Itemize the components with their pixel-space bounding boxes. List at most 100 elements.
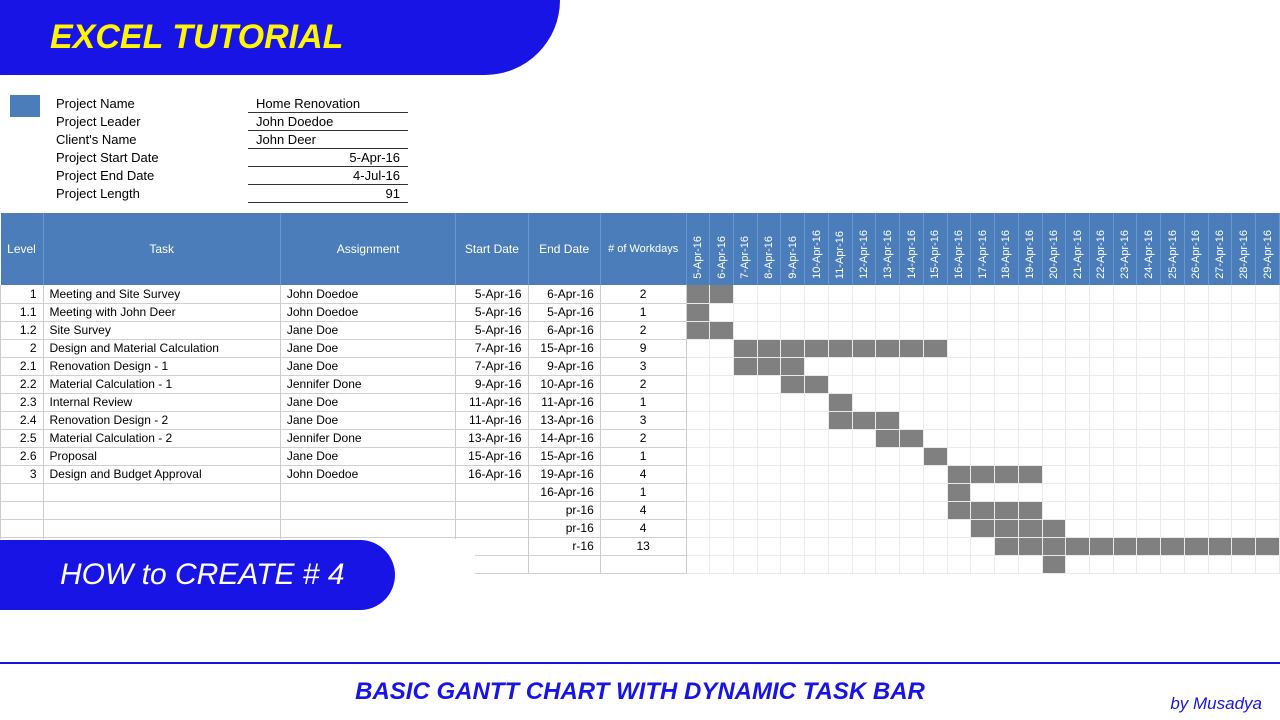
date-header[interactable]: 18-Apr-16 bbox=[995, 213, 1019, 285]
gantt-empty-cell[interactable] bbox=[900, 447, 924, 465]
gantt-empty-cell[interactable] bbox=[781, 429, 805, 447]
task-cell[interactable]: Proposal bbox=[43, 447, 280, 465]
gantt-empty-cell[interactable] bbox=[781, 465, 805, 483]
gantt-empty-cell[interactable] bbox=[1090, 429, 1114, 447]
level-cell[interactable]: 2.4 bbox=[1, 411, 44, 429]
gantt-empty-cell[interactable] bbox=[995, 483, 1019, 501]
gantt-empty-cell[interactable] bbox=[1208, 285, 1232, 303]
date-header[interactable]: 24-Apr-16 bbox=[1137, 213, 1161, 285]
table-row[interactable]: 2.1Renovation Design - 1Jane Doe7-Apr-16… bbox=[1, 357, 1280, 375]
gantt-empty-cell[interactable] bbox=[686, 465, 710, 483]
gantt-empty-cell[interactable] bbox=[1232, 447, 1256, 465]
gantt-empty-cell[interactable] bbox=[1113, 483, 1137, 501]
assign-cell[interactable]: Jennifer Done bbox=[280, 375, 455, 393]
level-cell[interactable]: 2.2 bbox=[1, 375, 44, 393]
gantt-empty-cell[interactable] bbox=[852, 465, 876, 483]
level-cell[interactable] bbox=[1, 483, 44, 501]
date-header[interactable]: 10-Apr-16 bbox=[805, 213, 829, 285]
gantt-empty-cell[interactable] bbox=[852, 537, 876, 555]
gantt-empty-cell[interactable] bbox=[710, 537, 734, 555]
end-cell[interactable]: 19-Apr-16 bbox=[528, 465, 600, 483]
gantt-empty-cell[interactable] bbox=[1256, 447, 1280, 465]
level-cell[interactable] bbox=[1, 519, 44, 537]
gantt-empty-cell[interactable] bbox=[1066, 393, 1090, 411]
gantt-empty-cell[interactable] bbox=[1232, 465, 1256, 483]
gantt-bar-segment[interactable] bbox=[1018, 501, 1042, 519]
gantt-empty-cell[interactable] bbox=[1042, 393, 1066, 411]
gantt-empty-cell[interactable] bbox=[686, 393, 710, 411]
gantt-empty-cell[interactable] bbox=[1137, 321, 1161, 339]
date-header[interactable]: 5-Apr-16 bbox=[686, 213, 710, 285]
gantt-empty-cell[interactable] bbox=[1256, 393, 1280, 411]
end-cell[interactable]: 9-Apr-16 bbox=[528, 357, 600, 375]
days-cell[interactable] bbox=[600, 555, 686, 573]
gantt-bar-segment[interactable] bbox=[876, 429, 900, 447]
date-header[interactable]: 17-Apr-16 bbox=[971, 213, 995, 285]
gantt-empty-cell[interactable] bbox=[1066, 339, 1090, 357]
start-cell[interactable] bbox=[456, 519, 528, 537]
level-cell[interactable]: 2.3 bbox=[1, 393, 44, 411]
gantt-empty-cell[interactable] bbox=[971, 429, 995, 447]
gantt-empty-cell[interactable] bbox=[1042, 357, 1066, 375]
gantt-empty-cell[interactable] bbox=[995, 339, 1019, 357]
gantt-empty-cell[interactable] bbox=[947, 519, 971, 537]
task-cell[interactable]: Site Survey bbox=[43, 321, 280, 339]
gantt-empty-cell[interactable] bbox=[1161, 303, 1185, 321]
gantt-empty-cell[interactable] bbox=[686, 519, 710, 537]
gantt-empty-cell[interactable] bbox=[1113, 357, 1137, 375]
gantt-empty-cell[interactable] bbox=[1256, 429, 1280, 447]
gantt-empty-cell[interactable] bbox=[852, 447, 876, 465]
gantt-empty-cell[interactable] bbox=[1090, 447, 1114, 465]
gantt-empty-cell[interactable] bbox=[852, 321, 876, 339]
gantt-empty-cell[interactable] bbox=[1018, 375, 1042, 393]
gantt-empty-cell[interactable] bbox=[852, 483, 876, 501]
gantt-empty-cell[interactable] bbox=[971, 357, 995, 375]
gantt-empty-cell[interactable] bbox=[876, 501, 900, 519]
start-cell[interactable]: 9-Apr-16 bbox=[456, 375, 528, 393]
level-cell[interactable]: 2.1 bbox=[1, 357, 44, 375]
gantt-empty-cell[interactable] bbox=[805, 519, 829, 537]
gantt-empty-cell[interactable] bbox=[1232, 411, 1256, 429]
table-row[interactable]: 16-Apr-161 bbox=[1, 483, 1280, 501]
gantt-bar-segment[interactable] bbox=[686, 303, 710, 321]
gantt-empty-cell[interactable] bbox=[1208, 303, 1232, 321]
date-header[interactable]: 15-Apr-16 bbox=[923, 213, 947, 285]
gantt-bar-segment[interactable] bbox=[971, 519, 995, 537]
start-cell[interactable]: 11-Apr-16 bbox=[456, 411, 528, 429]
gantt-bar-segment[interactable] bbox=[947, 501, 971, 519]
gantt-empty-cell[interactable] bbox=[1232, 393, 1256, 411]
assign-cell[interactable]: Jane Doe bbox=[280, 321, 455, 339]
start-cell[interactable]: 5-Apr-16 bbox=[456, 303, 528, 321]
task-cell[interactable]: Material Calculation - 2 bbox=[43, 429, 280, 447]
gantt-empty-cell[interactable] bbox=[686, 555, 710, 573]
gantt-empty-cell[interactable] bbox=[852, 501, 876, 519]
gantt-empty-cell[interactable] bbox=[710, 429, 734, 447]
end-cell[interactable]: 11-Apr-16 bbox=[528, 393, 600, 411]
gantt-empty-cell[interactable] bbox=[852, 393, 876, 411]
gantt-empty-cell[interactable] bbox=[734, 321, 758, 339]
gantt-empty-cell[interactable] bbox=[781, 537, 805, 555]
gantt-empty-cell[interactable] bbox=[757, 555, 781, 573]
gantt-empty-cell[interactable] bbox=[781, 519, 805, 537]
gantt-bar-segment[interactable] bbox=[995, 465, 1019, 483]
gantt-bar-segment[interactable] bbox=[781, 357, 805, 375]
level-cell[interactable]: 2.6 bbox=[1, 447, 44, 465]
days-cell[interactable]: 1 bbox=[600, 303, 686, 321]
gantt-empty-cell[interactable] bbox=[710, 555, 734, 573]
table-row[interactable]: pr-164 bbox=[1, 501, 1280, 519]
gantt-empty-cell[interactable] bbox=[1042, 447, 1066, 465]
gantt-bar-segment[interactable] bbox=[686, 321, 710, 339]
gantt-empty-cell[interactable] bbox=[1090, 303, 1114, 321]
gantt-bar-segment[interactable] bbox=[710, 321, 734, 339]
start-cell[interactable] bbox=[456, 483, 528, 501]
end-cell[interactable]: 14-Apr-16 bbox=[528, 429, 600, 447]
gantt-empty-cell[interactable] bbox=[1208, 357, 1232, 375]
gantt-bar-segment[interactable] bbox=[710, 285, 734, 303]
gantt-empty-cell[interactable] bbox=[1208, 429, 1232, 447]
gantt-empty-cell[interactable] bbox=[923, 375, 947, 393]
col-start-date[interactable]: Start Date bbox=[456, 213, 528, 285]
gantt-empty-cell[interactable] bbox=[852, 285, 876, 303]
gantt-empty-cell[interactable] bbox=[1113, 393, 1137, 411]
gantt-empty-cell[interactable] bbox=[1232, 519, 1256, 537]
gantt-empty-cell[interactable] bbox=[1042, 321, 1066, 339]
